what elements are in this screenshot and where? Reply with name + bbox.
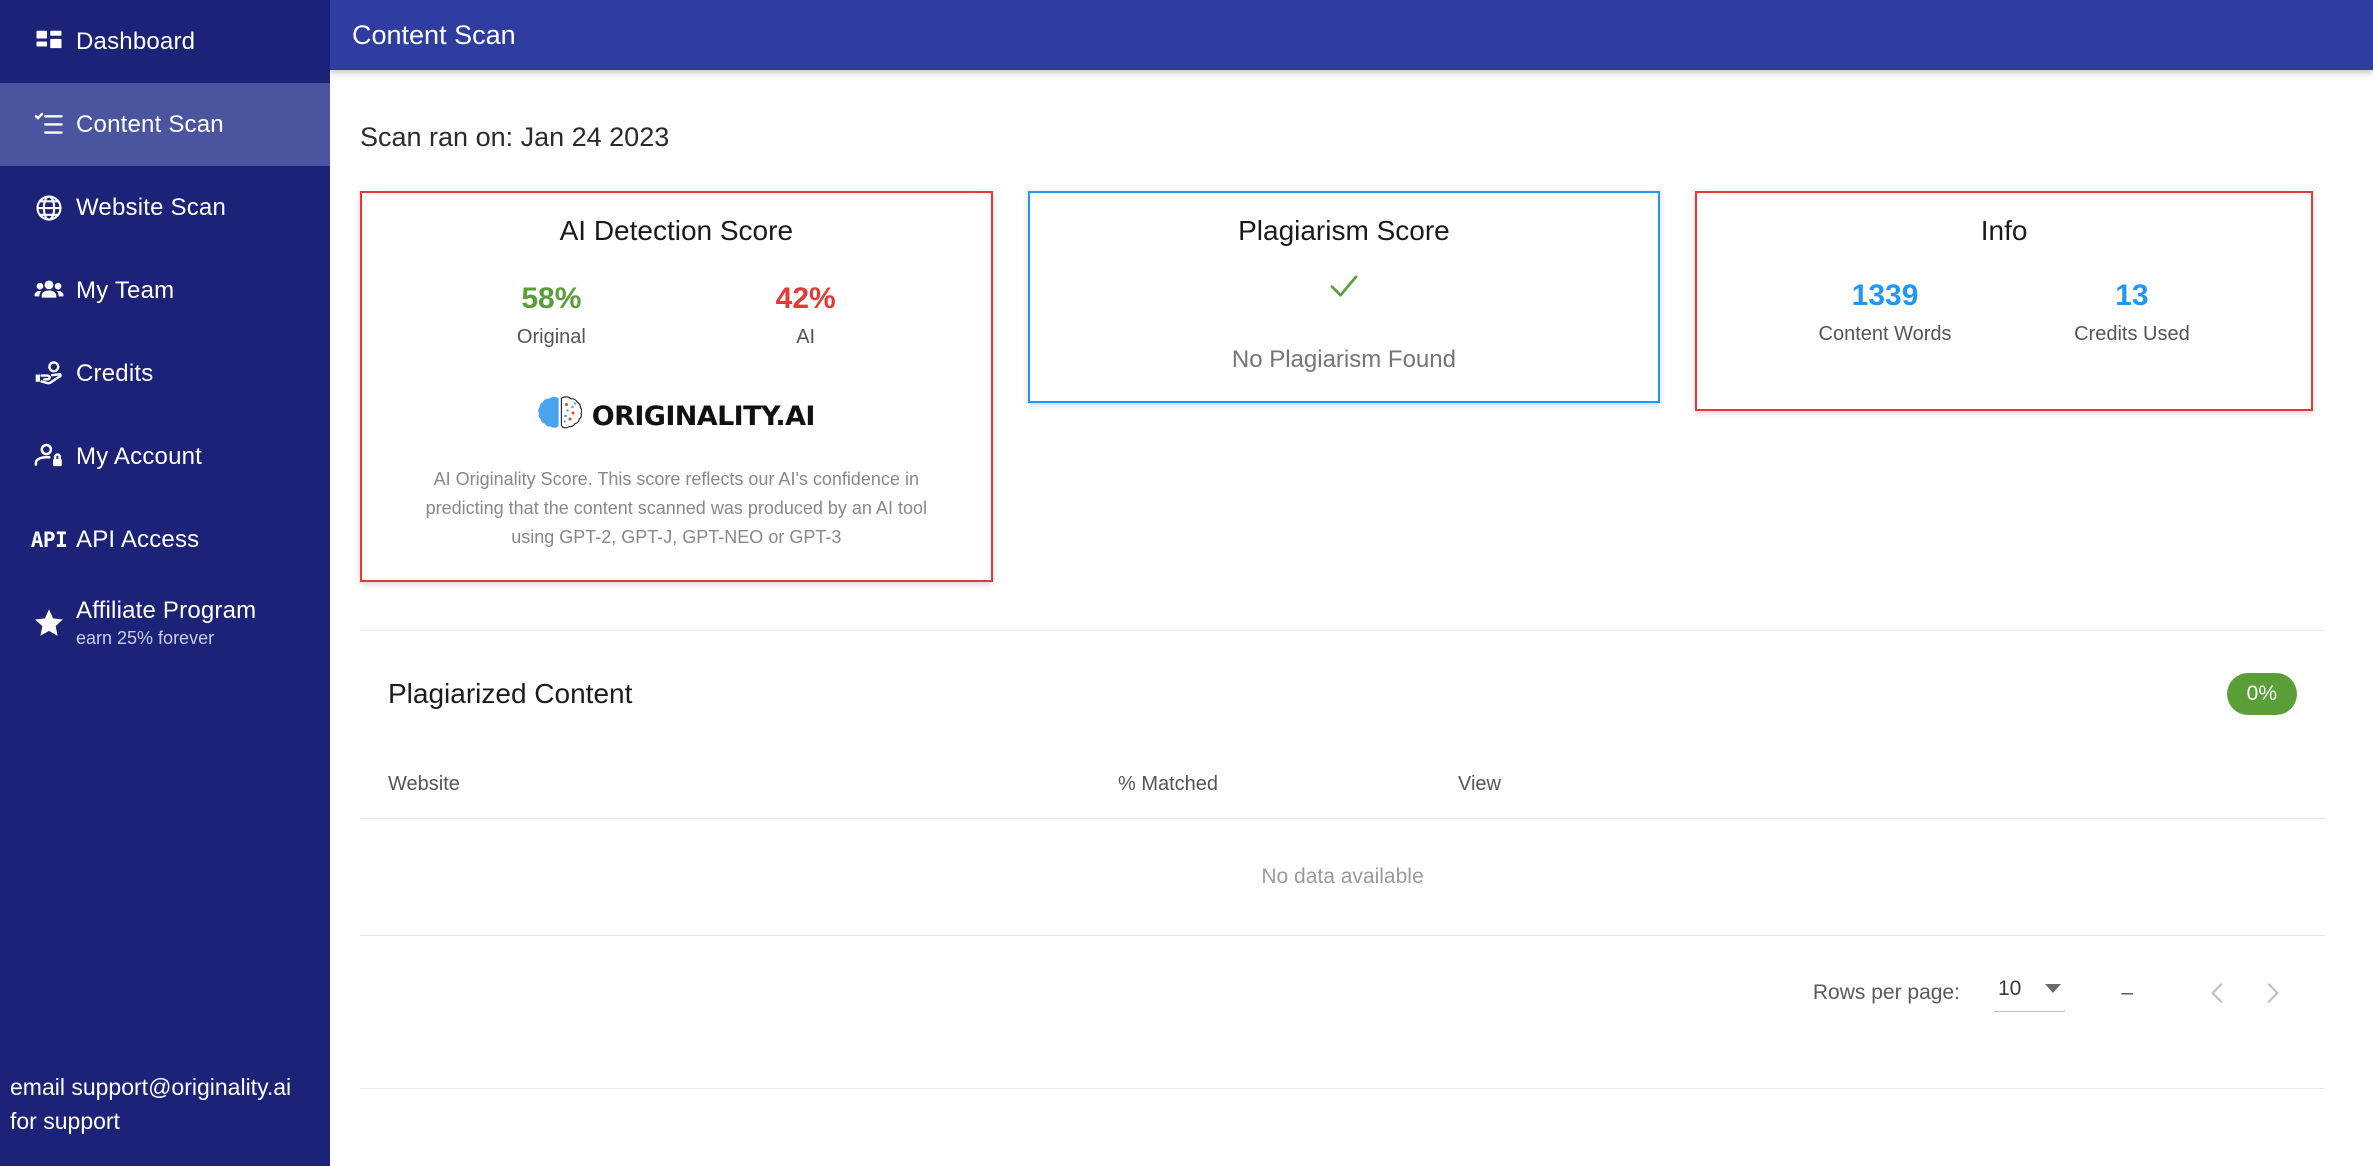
summary-cards-row: AI Detection Score 58% Original 42% AI O…: [330, 153, 2373, 583]
check-mark-icon: [1324, 275, 1364, 307]
sidebar-item-my-team[interactable]: My Team: [0, 249, 330, 332]
originality-logo-text: ORIGINALITY.AI: [591, 401, 816, 432]
table-pagination: Rows per page: 10 –: [360, 936, 2325, 1046]
sidebar-support-text: email support@originality.ai for support: [10, 1074, 292, 1134]
person-lock-icon: [22, 441, 76, 473]
sidebar-item-label: Dashboard: [76, 27, 196, 55]
rows-per-page-label: Rows per page:: [1812, 981, 1960, 1005]
sidebar-nav: Dashboard Content Scan Website Scan My T…: [0, 0, 330, 664]
sidebar: Dashboard Content Scan Website Scan My T…: [0, 0, 330, 1166]
ai-score-row: 58% Original 42% AI: [362, 247, 991, 349]
rows-per-page-select[interactable]: 10: [1993, 975, 2066, 1012]
scan-date-text: Scan ran on: Jan 24 2023: [360, 122, 670, 152]
ai-score-label: AI: [796, 326, 816, 348]
rows-per-page-value: 10: [1997, 976, 2022, 1000]
original-score-value: 58%: [521, 282, 582, 315]
sidebar-item-credits[interactable]: Credits: [0, 332, 330, 415]
sidebar-item-my-account[interactable]: My Account: [0, 415, 330, 498]
hand-coin-icon: [22, 358, 76, 390]
plagiarized-header-row: Plagiarized Content 0%: [360, 631, 2325, 716]
column-header-matched: % Matched: [1118, 773, 1219, 796]
pagination-prev-button[interactable]: [2191, 966, 2245, 1020]
sidebar-item-text: My Team: [76, 277, 174, 305]
sidebar-item-text: API Access: [76, 526, 199, 554]
next-section-card: [360, 1088, 2325, 1149]
match-percentage-badge: 0%: [2226, 673, 2297, 716]
sidebar-item-label: My Team: [76, 276, 175, 304]
api-text-icon: API: [22, 528, 76, 552]
content-words-label: Content Words: [1818, 323, 1952, 345]
ai-score-value: 42%: [775, 282, 836, 315]
plagiarism-status-icon-wrap: [1030, 269, 1659, 308]
table-header: Website % Matched View: [360, 715, 2325, 820]
sidebar-item-text: Credits: [76, 360, 153, 388]
globe-icon: [22, 193, 76, 223]
sidebar-item-text: Content Scan: [76, 111, 224, 139]
sidebar-item-label: API Access: [76, 525, 200, 553]
content-words-block: 1339 Content Words: [1819, 279, 1952, 346]
originality-logo: ORIGINALITY.AI: [362, 394, 991, 439]
ai-card-title: AI Detection Score: [559, 215, 794, 246]
app-root: Dashboard Content Scan Website Scan My T…: [0, 0, 2373, 1166]
sidebar-item-label: My Account: [76, 442, 203, 470]
sidebar-item-label: Affiliate Program: [76, 596, 257, 624]
sidebar-item-website-scan[interactable]: Website Scan: [0, 166, 330, 249]
people-group-icon: [22, 275, 76, 307]
info-card-title: Info: [1980, 215, 2028, 246]
brain-logo-icon: [538, 394, 583, 439]
sidebar-item-text: My Account: [76, 443, 202, 471]
topbar: Content Scan: [330, 0, 2373, 70]
checklist-icon: [22, 110, 76, 140]
sidebar-item-affiliate-program[interactable]: Affiliate Program earn 25% forever: [0, 581, 330, 664]
credits-used-value: 13: [2115, 279, 2149, 312]
chevron-down-icon: [2045, 984, 2062, 994]
original-score-label: Original: [516, 326, 586, 348]
sidebar-item-content-scan[interactable]: Content Scan: [0, 83, 330, 166]
api-glyph-label: API: [30, 527, 68, 552]
sidebar-item-label: Credits: [76, 359, 154, 387]
pagination-next-button[interactable]: [2245, 966, 2299, 1020]
star-icon: [22, 606, 76, 640]
ai-score-block: 42% AI: [776, 282, 836, 349]
ai-card-description: AI Originality Score. This score reflect…: [425, 469, 927, 548]
sidebar-item-dashboard[interactable]: Dashboard: [0, 0, 330, 83]
sidebar-item-text: Dashboard: [76, 28, 195, 56]
content-area: Scan ran on: Jan 24 2023 AI Detection Sc…: [330, 70, 2373, 1166]
page-title: Content Scan: [352, 19, 516, 50]
column-header-view: View: [1458, 773, 1501, 796]
dashboard-grid-icon: [22, 27, 76, 57]
credits-used-label: Credits Used: [2074, 323, 2190, 345]
original-score-block: 58% Original: [517, 282, 586, 349]
plagiarized-title: Plagiarized Content: [388, 678, 633, 710]
plagiarized-content-card: Plagiarized Content 0% Website % Matched…: [360, 630, 2325, 1055]
sidebar-item-label: Website Scan: [76, 193, 227, 221]
main-region: Content Scan Scan ran on: Jan 24 2023 AI…: [330, 0, 2373, 1166]
pagination-range-text: –: [2121, 981, 2133, 1005]
ai-detection-score-card: AI Detection Score 58% Original 42% AI O…: [360, 191, 993, 583]
plagiarism-card-title: Plagiarism Score: [1238, 215, 1450, 246]
column-header-website: Website: [388, 773, 460, 796]
content-words-value: 1339: [1851, 279, 1919, 312]
sidebar-item-api-access[interactable]: API API Access: [0, 498, 330, 581]
sidebar-item-label: Content Scan: [76, 110, 224, 138]
info-stats-row: 1339 Content Words 13 Credits Used: [1697, 247, 2311, 346]
plagiarism-score-card: Plagiarism Score No Plagiarism Found: [1027, 191, 1661, 403]
sidebar-item-text: Affiliate Program earn 25% forever: [76, 597, 256, 649]
credits-used-block: 13 Credits Used: [2074, 279, 2190, 346]
sidebar-item-text: Website Scan: [76, 194, 226, 222]
sidebar-item-sublabel: earn 25% forever: [76, 627, 215, 648]
table-empty-message: No data available: [360, 819, 2325, 937]
info-card: Info 1339 Content Words 13 Credits Used: [1695, 191, 2313, 411]
plagiarism-message: No Plagiarism Found: [1231, 346, 1456, 373]
